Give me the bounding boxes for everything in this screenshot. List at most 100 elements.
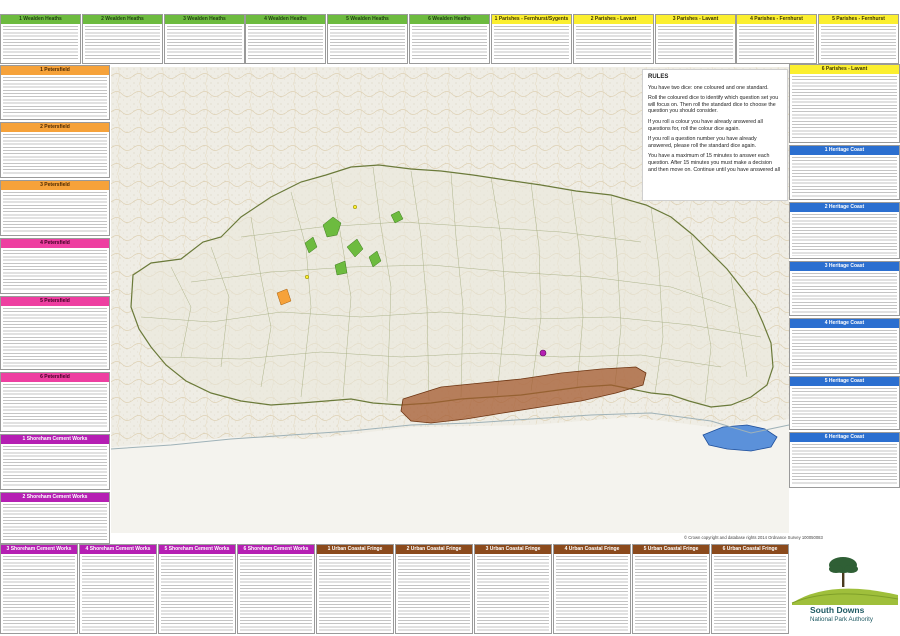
question-card-top-6: 6 Wealden Heaths bbox=[409, 14, 490, 64]
question-card-top-3: 3 Wealden Heaths bbox=[164, 14, 245, 64]
question-card-top-5: 5 Wealden Heaths bbox=[327, 14, 408, 64]
question-card-text bbox=[398, 556, 470, 631]
question-card-title: 6 Urban Coastal Fringe bbox=[712, 545, 788, 554]
question-card-text bbox=[792, 273, 897, 313]
question-card-text bbox=[248, 26, 323, 61]
question-card-text bbox=[792, 388, 897, 427]
question-card-bottom-5: 1 Urban Coastal Fringe bbox=[316, 544, 394, 634]
question-card-bottom-8: 4 Urban Coastal Fringe bbox=[553, 544, 631, 634]
question-card-title: 4 Wealden Heaths bbox=[246, 15, 325, 24]
question-card-text bbox=[3, 504, 107, 541]
question-card-bottom-6: 2 Urban Coastal Fringe bbox=[395, 544, 473, 634]
question-card-title: 1 Urban Coastal Fringe bbox=[317, 545, 393, 554]
question-card-right-4: 3 Heritage Coast bbox=[789, 261, 900, 316]
question-card-text bbox=[792, 214, 897, 256]
question-card-title: 1 Wealden Heaths bbox=[1, 15, 80, 24]
question-card-bottom-3: 5 Shoreham Cement Works bbox=[158, 544, 236, 634]
question-card-bottom-1: 3 Shoreham Cement Works bbox=[0, 544, 78, 634]
question-card-title: 5 Wealden Heaths bbox=[328, 15, 407, 24]
question-card-bottom-9: 5 Urban Coastal Fringe bbox=[632, 544, 710, 634]
question-card-title: 5 Parishes - Fernhurst bbox=[819, 15, 898, 24]
rules-paragraph: Roll the coloured dice to identify which… bbox=[648, 95, 779, 115]
question-card-title: 1 Parishes - Fernhurst/Sygents bbox=[492, 15, 571, 24]
question-card-title: 5 Heritage Coast bbox=[790, 377, 899, 386]
question-card-bottom-4: 6 Shoreham Cement Works bbox=[237, 544, 315, 634]
rules-box: RULES You have two dice: one coloured an… bbox=[642, 69, 788, 201]
question-card-text bbox=[792, 330, 897, 371]
question-card-bottom-7: 3 Urban Coastal Fringe bbox=[474, 544, 552, 634]
question-card-text bbox=[85, 26, 160, 61]
question-card-text bbox=[635, 556, 707, 631]
question-card-text bbox=[319, 556, 391, 631]
question-card-text bbox=[792, 76, 897, 140]
question-card-title: 2 Parishes - Lavant bbox=[574, 15, 653, 24]
question-card-top-4: 4 Wealden Heaths bbox=[245, 14, 326, 64]
logo-subtitle: National Park Authority bbox=[810, 616, 873, 623]
rules-title: RULES bbox=[648, 74, 669, 80]
question-card-left-4: 4 Petersfield bbox=[0, 238, 110, 294]
question-card-text bbox=[161, 556, 233, 631]
question-card-right-5: 4 Heritage Coast bbox=[789, 318, 900, 374]
question-card-left-1: 1 Petersfield bbox=[0, 65, 110, 120]
question-card-text bbox=[3, 250, 107, 291]
question-card-title: 4 Petersfield bbox=[1, 239, 109, 248]
question-card-title: 2 Petersfield bbox=[1, 123, 109, 132]
question-card-top-11: 5 Parishes - Fernhurst bbox=[818, 14, 899, 64]
question-card-text bbox=[3, 134, 107, 175]
rules-paragraph: If you roll a colour you have already an… bbox=[648, 118, 763, 132]
question-card-title: 2 Wealden Heaths bbox=[83, 15, 162, 24]
rules-paragraph: You have two dice: one coloured and one … bbox=[648, 84, 769, 91]
question-card-text bbox=[3, 192, 107, 233]
question-card-title: 4 Parishes - Fernhurst bbox=[737, 15, 816, 24]
logo-name: South Downs bbox=[810, 605, 865, 615]
question-card-title: 3 Petersfield bbox=[1, 181, 109, 190]
question-card-title: 3 Urban Coastal Fringe bbox=[475, 545, 551, 554]
rules-paragraph: You have a maximum of 15 minutes to answ… bbox=[648, 153, 780, 173]
question-card-right-7: 6 Heritage Coast bbox=[789, 432, 900, 488]
question-card-title: 4 Shoreham Cement Works bbox=[80, 545, 156, 554]
tree-on-hill-icon bbox=[791, 557, 899, 605]
question-card-text bbox=[3, 556, 75, 631]
question-card-title: 2 Shoreham Cement Works bbox=[1, 493, 109, 502]
question-card-left-6: 6 Petersfield bbox=[0, 372, 110, 432]
question-card-right-3: 2 Heritage Coast bbox=[789, 202, 900, 259]
question-card-title: 2 Urban Coastal Fringe bbox=[396, 545, 472, 554]
question-card-top-10: 4 Parishes - Fernhurst bbox=[736, 14, 817, 64]
parish-marker-fernhurst bbox=[352, 204, 358, 210]
question-card-top-8: 2 Parishes - Lavant bbox=[573, 14, 654, 64]
question-card-text bbox=[477, 556, 549, 631]
south-downs-logo: South Downs National Park Authority bbox=[790, 545, 900, 633]
question-card-text bbox=[3, 26, 78, 61]
question-card-text bbox=[3, 308, 107, 367]
question-card-text bbox=[82, 556, 154, 631]
map-copyright: © Crown copyright and database rights 20… bbox=[684, 535, 823, 540]
question-card-title: 4 Heritage Coast bbox=[790, 319, 899, 328]
question-card-text bbox=[821, 26, 896, 61]
question-card-title: 6 Petersfield bbox=[1, 373, 109, 382]
question-card-title: 6 Heritage Coast bbox=[790, 433, 899, 442]
shoreham-cement-works-marker bbox=[539, 349, 547, 357]
question-card-top-1: 1 Wealden Heaths bbox=[0, 14, 81, 64]
question-card-text bbox=[3, 446, 107, 487]
question-card-left-2: 2 Petersfield bbox=[0, 122, 110, 178]
question-card-text bbox=[739, 26, 814, 61]
question-card-title: 6 Shoreham Cement Works bbox=[238, 545, 314, 554]
question-card-text bbox=[3, 77, 107, 117]
question-card-title: 3 Wealden Heaths bbox=[165, 15, 244, 24]
question-card-text bbox=[240, 556, 312, 631]
question-card-text bbox=[330, 26, 405, 61]
question-card-title: 1 Petersfield bbox=[1, 66, 109, 75]
question-card-title: 3 Heritage Coast bbox=[790, 262, 899, 271]
question-card-bottom-2: 4 Shoreham Cement Works bbox=[79, 544, 157, 634]
rules-paragraph: If you roll a question number you have a… bbox=[648, 136, 757, 149]
question-card-left-5: 5 Petersfield bbox=[0, 296, 110, 370]
parish-marker-lavant bbox=[304, 274, 310, 280]
question-card-right-2: 1 Heritage Coast bbox=[789, 145, 900, 200]
question-card-top-2: 2 Wealden Heaths bbox=[82, 14, 163, 64]
question-card-title: 6 Parishes - Lavant bbox=[790, 65, 899, 74]
question-card-title: 5 Petersfield bbox=[1, 297, 109, 306]
question-card-title: 5 Shoreham Cement Works bbox=[159, 545, 235, 554]
question-card-text bbox=[792, 444, 897, 485]
question-card-left-8: 2 Shoreham Cement Works bbox=[0, 492, 110, 544]
question-card-text bbox=[556, 556, 628, 631]
